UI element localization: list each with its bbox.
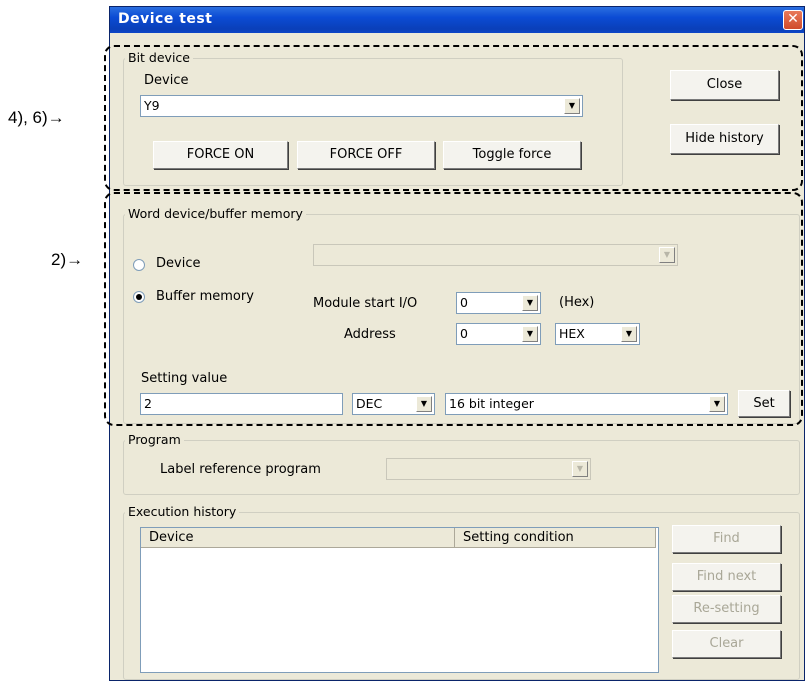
title-bar: Device test ✕ [110,7,804,33]
column-header-setting-condition[interactable]: Setting condition [455,528,656,548]
resetting-button[interactable]: Re-setting [672,595,781,623]
find-button[interactable]: Find [672,525,781,553]
column-header-device[interactable]: Device [141,528,455,548]
program-legend: Program [125,432,184,447]
dropdown-arrow-icon: ▼ [572,461,588,477]
close-icon[interactable]: ✕ [783,10,803,30]
window-title: Device test [118,11,213,27]
execution-history-legend: Execution history [125,504,240,519]
execution-history-list[interactable]: Device Setting condition [140,527,659,673]
clear-button[interactable]: Clear [672,630,781,658]
bit-device-callout-outline [104,45,803,191]
callout-word-device: 2)→ [51,250,84,269]
label-reference-program-combo[interactable]: ▼ [386,458,591,480]
callout-bit-device: 4), 6)→ [8,108,65,127]
word-device-callout-outline [104,192,803,426]
label-reference-program-label: Label reference program [160,462,321,477]
find-next-button[interactable]: Find next [672,563,781,591]
